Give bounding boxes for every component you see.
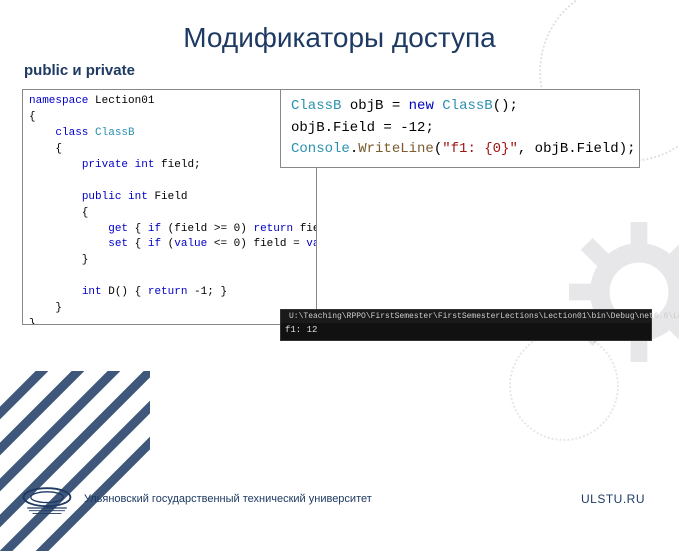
footer-site: ULSTU.RU [581,492,645,506]
console-body: f1: 12 [281,323,651,340]
console-output: U:\Teaching\RPPO\FirstSemester\FirstSeme… [280,309,652,341]
code-snippet-class-definition: namespace Lection01 { class ClassB { pri… [22,89,317,325]
diagonal-lines-decoration [0,371,150,551]
code-snippet-usage: ClassB objB = new ClassB(); objB.Field =… [280,89,640,168]
footer-university: Ульяновский государственный технический … [84,493,372,505]
console-titlebar: U:\Teaching\RPPO\FirstSemester\FirstSeme… [281,310,651,323]
university-logo [20,481,74,517]
footer: Ульяновский государственный технический … [0,481,679,517]
console-path: U:\Teaching\RPPO\FirstSemester\FirstSeme… [289,311,679,322]
gear-icon [569,222,679,362]
